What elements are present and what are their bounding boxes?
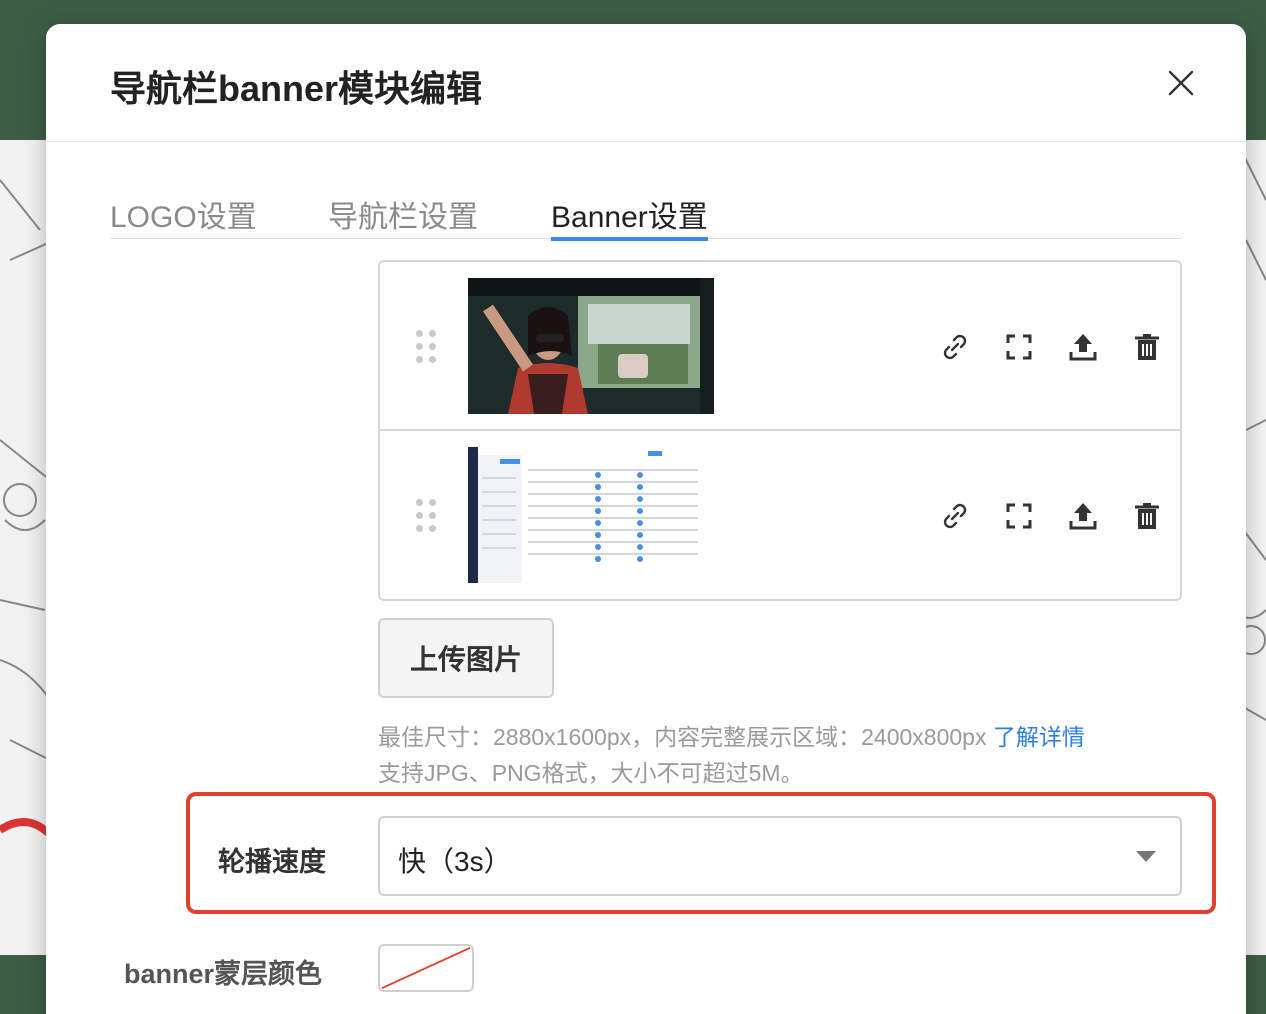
close-icon[interactable] <box>1164 66 1198 100</box>
tab-nav-settings[interactable]: 导航栏设置 <box>328 192 478 239</box>
banner-thumbnail-photo <box>468 278 714 414</box>
carousel-speed-select[interactable]: 快（3s） <box>378 816 1182 896</box>
upload-hint-size-text: 最佳尺寸：2880x1600px，内容完整展示区域：2400x800px <box>378 724 993 750</box>
upload-image-button[interactable]: 上传图片 <box>378 618 554 698</box>
fullscreen-icon[interactable] <box>1002 330 1036 364</box>
upload-hint-format: 支持JPG、PNG格式，大小不可超过5M。 <box>378 760 804 786</box>
tab-logo-settings[interactable]: LOGO设置 <box>110 192 257 239</box>
learn-more-link[interactable]: 了解详情 <box>993 724 1085 750</box>
drag-handle-icon[interactable] <box>416 499 438 533</box>
modal-title: 导航栏banner模块编辑 <box>110 68 483 109</box>
banner-thumbnail-screenshot <box>468 447 714 583</box>
banner-row <box>380 431 1180 600</box>
carousel-speed-label: 轮播速度 <box>218 847 326 877</box>
banner-row <box>380 262 1180 431</box>
edit-modal: 导航栏banner模块编辑 LOGO设置 导航栏设置 Banner设置 上传图片… <box>46 24 1246 1014</box>
link-icon[interactable] <box>938 330 972 364</box>
drag-handle-icon[interactable] <box>416 330 438 364</box>
upload-hint-size: 最佳尺寸：2880x1600px，内容完整展示区域：2400x800px 了解详… <box>378 718 1085 752</box>
link-icon[interactable] <box>938 499 972 533</box>
modal-header: 导航栏banner模块编辑 <box>46 24 1246 142</box>
caret-down-icon <box>1136 851 1156 862</box>
carousel-speed-value: 快（3s） <box>398 846 512 877</box>
banner-mask-color-label: banner蒙层颜色 <box>124 959 323 989</box>
trash-icon[interactable] <box>1130 330 1164 364</box>
fullscreen-icon[interactable] <box>1002 499 1036 533</box>
upload-icon[interactable] <box>1066 330 1100 364</box>
tab-bar: LOGO设置 导航栏设置 Banner设置 <box>110 142 1182 241</box>
upload-icon[interactable] <box>1066 499 1100 533</box>
banner-list <box>378 260 1182 601</box>
trash-icon[interactable] <box>1130 499 1164 533</box>
mask-color-picker[interactable] <box>378 944 474 992</box>
tab-banner-settings[interactable]: Banner设置 <box>551 192 708 241</box>
